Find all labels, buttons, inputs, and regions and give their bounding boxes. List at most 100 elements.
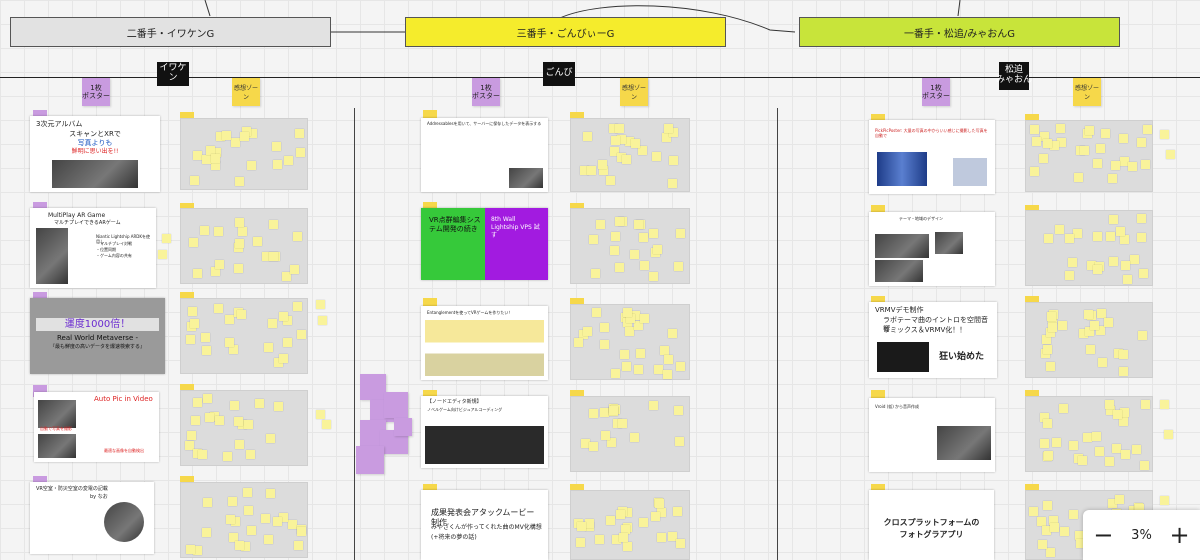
sticky-note[interactable]: [202, 394, 212, 404]
sticky-note[interactable]: [1038, 540, 1048, 550]
sticky-note[interactable]: [1109, 256, 1119, 266]
sticky-note[interactable]: [278, 312, 288, 322]
sticky-note[interactable]: [583, 131, 592, 141]
sticky-note[interactable]: [611, 231, 621, 241]
sticky-note[interactable]: [229, 400, 239, 410]
sticky-note[interactable]: [187, 431, 197, 441]
sticky-note[interactable]: [186, 545, 196, 555]
sticky-note[interactable]: [1137, 137, 1147, 147]
sticky-note[interactable]: [650, 511, 660, 521]
group-header-iwaken[interactable]: 二番手・イワケンG: [10, 17, 331, 47]
sticky-note[interactable]: [589, 442, 599, 452]
sticky-note[interactable]: [583, 326, 593, 336]
sticky-note[interactable]: [636, 348, 646, 358]
sticky-note[interactable]: [1069, 510, 1078, 520]
sticky-note[interactable]: [1050, 522, 1060, 532]
sticky-note[interactable]: [621, 361, 631, 371]
poster-addressables[interactable]: Addressablesを用いて、サーバーに保存したデータを表示する: [421, 118, 548, 192]
sticky-note[interactable]: [1103, 318, 1113, 328]
sticky-note[interactable]: [1030, 167, 1040, 177]
sticky-note[interactable]: [1118, 367, 1128, 377]
sticky-note[interactable]: [615, 123, 625, 133]
sticky-note[interactable]: [192, 150, 202, 160]
sticky-note[interactable]: [1059, 403, 1069, 413]
sticky-note[interactable]: [630, 138, 640, 148]
sticky-note[interactable]: [1093, 159, 1103, 169]
poster-entanglement[interactable]: Entanglementを使ってVRゲームを作りたい！: [421, 306, 548, 380]
sticky-note[interactable]: [1160, 400, 1169, 409]
sticky-note[interactable]: [1043, 234, 1053, 244]
sticky-note[interactable]: [214, 416, 224, 426]
sticky-note[interactable]: [255, 399, 265, 409]
sticky-note[interactable]: [1043, 500, 1053, 510]
sticky-note[interactable]: [1096, 144, 1106, 153]
sticky-note[interactable]: [574, 338, 583, 348]
sticky-note[interactable]: [1120, 408, 1130, 418]
sticky-note[interactable]: [1052, 438, 1062, 448]
sticky-note[interactable]: [588, 235, 598, 245]
sticky-note[interactable]: [214, 303, 224, 313]
sticky-note[interactable]: [1142, 124, 1152, 134]
sticky-note[interactable]: [1140, 400, 1150, 410]
sticky-note[interactable]: [188, 307, 198, 317]
sticky-note[interactable]: [225, 338, 235, 348]
sticky-note[interactable]: [322, 420, 331, 429]
sticky-note[interactable]: [234, 540, 244, 550]
sticky-note[interactable]: [606, 176, 616, 186]
sticky-note[interactable]: [1118, 350, 1128, 360]
sticky-note[interactable]: [272, 142, 282, 152]
sticky-note[interactable]: [1074, 172, 1084, 182]
poster-vroid-voice[interactable]: Vroid (仮) から音声作成: [869, 398, 995, 472]
sticky-note[interactable]: [193, 269, 203, 279]
sticky-note[interactable]: [201, 345, 211, 355]
sticky-note[interactable]: [235, 439, 245, 449]
sticky-note[interactable]: [653, 365, 663, 375]
sticky-note[interactable]: [269, 251, 279, 261]
sticky-note[interactable]: [1039, 154, 1049, 164]
sticky-note[interactable]: [189, 237, 199, 247]
sticky-note[interactable]: [595, 534, 605, 544]
sticky-note[interactable]: [668, 329, 678, 339]
sticky-note[interactable]: [294, 129, 304, 138]
sticky-note[interactable]: [1080, 146, 1089, 156]
sticky-note[interactable]: [608, 406, 618, 416]
sticky-note[interactable]: [296, 330, 306, 340]
sticky-note[interactable]: [1064, 271, 1074, 281]
sticky-note[interactable]: [652, 244, 662, 254]
sticky-note[interactable]: [234, 263, 244, 273]
sticky-note[interactable]: [316, 410, 325, 419]
sticky-note[interactable]: [1042, 419, 1052, 429]
sticky-note[interactable]: [656, 532, 666, 542]
sticky-note[interactable]: [1107, 174, 1117, 184]
sticky-note[interactable]: [214, 226, 224, 236]
sticky-note[interactable]: [1121, 449, 1131, 459]
sticky-note[interactable]: [663, 354, 673, 364]
sticky-note[interactable]: [617, 419, 627, 429]
sticky-note[interactable]: [1085, 125, 1095, 135]
sticky-note[interactable]: [266, 489, 276, 499]
sticky-note[interactable]: [1166, 150, 1175, 159]
poster-auto-pic[interactable]: Auto Pic in Video 自動で写真を撮影 最適な画像を自動検出: [34, 392, 159, 462]
sticky-note[interactable]: [589, 409, 599, 419]
comment-zone-g3-2[interactable]: [1025, 210, 1153, 286]
sticky-note[interactable]: [655, 498, 665, 508]
sticky-note[interactable]: [1115, 226, 1125, 236]
sticky-note[interactable]: [1031, 137, 1041, 147]
sticky-note[interactable]: [1112, 409, 1122, 419]
sticky-note[interactable]: [1140, 460, 1150, 470]
sticky-note[interactable]: [1056, 124, 1066, 134]
sticky-note[interactable]: [1160, 496, 1169, 505]
sticky-note[interactable]: [1043, 345, 1053, 355]
sticky-note[interactable]: [296, 526, 306, 536]
sticky-note[interactable]: [1069, 440, 1079, 450]
sticky-note[interactable]: [1055, 224, 1065, 234]
sticky-note[interactable]: [221, 130, 231, 140]
sticky-note[interactable]: [247, 526, 257, 536]
sticky-note[interactable]: [234, 177, 244, 187]
sticky-note[interactable]: [1129, 255, 1139, 265]
sticky-note[interactable]: [237, 309, 247, 319]
sticky-note[interactable]: [1109, 214, 1119, 224]
group-header-matsusako[interactable]: 一番手・松追/みゃおんG: [799, 17, 1120, 47]
sticky-note[interactable]: [675, 362, 685, 372]
comment-zone-g2-2[interactable]: [570, 208, 690, 284]
